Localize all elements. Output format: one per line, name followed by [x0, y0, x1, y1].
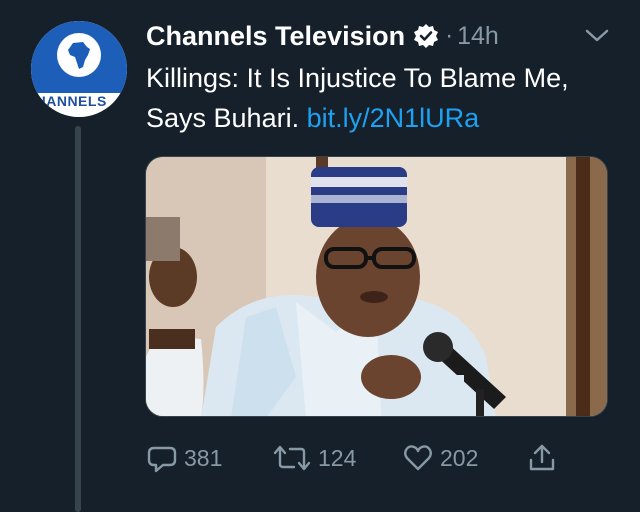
- like-count: 202: [440, 444, 479, 471]
- reply-button[interactable]: 381: [146, 440, 222, 476]
- tweet-link[interactable]: bit.ly/2N1lURa: [307, 103, 480, 133]
- tweet-text: Killings: It Is Injustice To Blame Me, S…: [146, 58, 606, 138]
- avatar-logo-text: CHANNELS: [31, 93, 107, 109]
- reply-icon: [147, 446, 177, 473]
- retweet-icon: [273, 445, 311, 471]
- share-button[interactable]: [526, 440, 564, 476]
- chevron-down-icon[interactable]: [584, 26, 610, 46]
- share-icon: [529, 444, 555, 471]
- tweet-image[interactable]: [145, 156, 608, 417]
- author-name[interactable]: Channels Television: [146, 21, 405, 52]
- heart-icon: [404, 445, 432, 471]
- thread-line: [75, 126, 81, 512]
- separator-dot: ·: [445, 22, 454, 49]
- africa-globe-icon: [57, 33, 101, 77]
- retweet-count: 124: [318, 444, 357, 471]
- photo-speaker-at-microphone: [146, 157, 607, 416]
- avatar[interactable]: CHANNELS: [31, 21, 127, 117]
- tweet-actions: 381 124 202: [146, 440, 586, 476]
- verified-badge-icon: [413, 23, 439, 49]
- reply-count: 381: [184, 444, 223, 471]
- like-button[interactable]: 202: [402, 440, 478, 476]
- tweet-timestamp[interactable]: 14h: [457, 22, 499, 51]
- retweet-button[interactable]: 124: [272, 440, 356, 476]
- tweet-header: Channels Television · 14h: [146, 18, 626, 54]
